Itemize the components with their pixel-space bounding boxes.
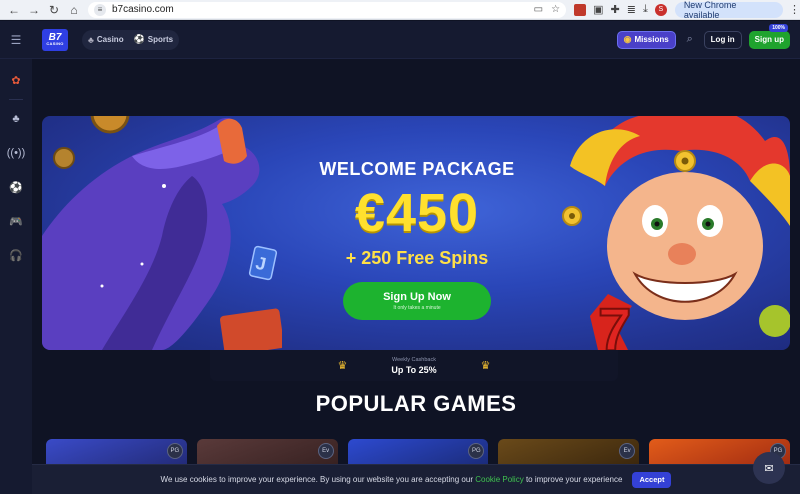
- profile-avatar[interactable]: S: [654, 3, 667, 16]
- hamburger-menu-icon[interactable]: ☰: [0, 33, 32, 47]
- weekly-cashback-bar[interactable]: ♛ Weekly Cashback Up To 25% ♛: [210, 350, 618, 381]
- chat-bubble-icon[interactable]: ✉: [753, 452, 785, 484]
- chrome-update-button[interactable]: New Chrome available: [674, 0, 783, 20]
- login-button[interactable]: Log in: [703, 30, 742, 49]
- browser-toolbar: ← → ↻ ⌂ ≡ b7casino.com ▭ ☆ ▣ ✚ ≣ ⤓ S New…: [0, 0, 800, 20]
- reload-icon[interactable]: ↻: [46, 2, 62, 18]
- cherries-icon: ♣: [88, 34, 94, 45]
- back-icon[interactable]: ←: [6, 2, 22, 18]
- svg-text:7: 7: [598, 296, 631, 350]
- jester-illustration: 7: [562, 116, 790, 350]
- nav-casino-label: Casino: [96, 35, 124, 44]
- url-text: b7casino.com: [112, 4, 174, 15]
- crown-icon: ♛: [480, 360, 491, 372]
- soccer-ball-icon: ⚽: [133, 34, 145, 44]
- site-header: ☰ B7 CASINO ♣ Casino ⚽ Sports ◉ Missions…: [0, 21, 800, 59]
- signup-badge: 100%: [769, 23, 788, 32]
- category-switcher: ♣ Casino ⚽ Sports: [82, 29, 180, 50]
- nav-sports-label: Sports: [147, 35, 174, 44]
- missions-icon: ◉: [623, 34, 632, 44]
- support-icon[interactable]: 🎧: [7, 246, 25, 264]
- address-bar[interactable]: ≡ b7casino.com ▭ ☆: [88, 1, 567, 18]
- offer-amount: €450: [354, 183, 480, 243]
- cashback-value: Up To 25%: [391, 364, 437, 375]
- cashback-text: Weekly Cashback Up To 25%: [391, 357, 436, 375]
- extensions-puzzle-icon[interactable]: ✚: [611, 3, 620, 16]
- cookie-message: We use cookies to improve your experienc…: [161, 475, 623, 484]
- media-icon[interactable]: ≣: [627, 3, 636, 16]
- signup-label: Sign up: [754, 35, 784, 44]
- esports-icon[interactable]: 🎮: [7, 212, 25, 230]
- logo-sub: CASINO: [46, 41, 64, 47]
- cast-icon[interactable]: ▭: [534, 4, 543, 15]
- nav-sports[interactable]: ⚽ Sports: [134, 34, 174, 45]
- hero-signup-button[interactable]: Sign Up Now It only takes a minute: [343, 282, 491, 320]
- provider-badge: Ev: [619, 443, 636, 459]
- welcome-banner[interactable]: J WELCOME PACKAGE €450 + 250 Free Spins …: [42, 116, 790, 350]
- live-icon[interactable]: ((•)): [7, 144, 26, 162]
- cookie-policy-link[interactable]: Cookie Policy: [475, 475, 523, 484]
- offer-spins: + 250 Free Spins: [345, 248, 489, 268]
- extension-icon[interactable]: [574, 3, 587, 16]
- promo-icon[interactable]: ✿: [7, 71, 25, 89]
- sidebar: ✿ ♣ ((•)) ⚽ 🎮 🎧: [0, 59, 32, 494]
- crown-icon: ♛: [337, 360, 348, 372]
- signup-button[interactable]: Sign up 100%: [748, 23, 790, 49]
- cookie-banner: We use cookies to improve your experienc…: [32, 464, 800, 494]
- home-icon[interactable]: ⌂: [66, 2, 82, 18]
- cookie-message-end: to improve your experience: [525, 475, 623, 484]
- missions-label: Missions: [634, 35, 669, 44]
- search-icon[interactable]: ⌕: [683, 33, 697, 46]
- cashback-label: Weekly Cashback: [392, 356, 436, 363]
- download-icon[interactable]: ⤓: [643, 3, 648, 16]
- offer-content: WELCOME PACKAGE €450 + 250 Free Spins Si…: [262, 116, 572, 350]
- site-logo[interactable]: B7 CASINO: [42, 28, 68, 51]
- forward-icon[interactable]: →: [26, 2, 42, 18]
- provider-badge: PG: [468, 443, 485, 459]
- offer-title: WELCOME PACKAGE: [319, 159, 515, 179]
- tab-search-icon[interactable]: ▣: [593, 3, 603, 16]
- main-content: J WELCOME PACKAGE €450 + 250 Free Spins …: [32, 59, 800, 494]
- hero-signup-label: Sign Up Now: [383, 291, 451, 303]
- hero-signup-sublabel: It only takes a minute: [393, 305, 441, 311]
- bookmark-star-icon[interactable]: ☆: [551, 4, 560, 15]
- provider-badge: PG: [166, 443, 183, 459]
- cookie-message-start: We use cookies to improve your experienc…: [160, 475, 473, 484]
- cookie-accept-button[interactable]: Accept: [632, 471, 672, 488]
- missions-button[interactable]: ◉ Missions: [616, 30, 676, 49]
- provider-badge: Ev: [317, 443, 334, 459]
- popular-games-title: POPULAR GAMES: [315, 391, 517, 416]
- nav-casino[interactable]: ♣ Casino: [88, 35, 124, 45]
- casino-icon[interactable]: ♣: [7, 110, 25, 128]
- sports-icon[interactable]: ⚽: [7, 178, 25, 196]
- sidebar-divider: [9, 99, 23, 100]
- chrome-menu-icon[interactable]: ⋮: [789, 3, 800, 16]
- site-info-icon[interactable]: ≡: [94, 3, 106, 16]
- wolf-illustration: J: [42, 116, 282, 350]
